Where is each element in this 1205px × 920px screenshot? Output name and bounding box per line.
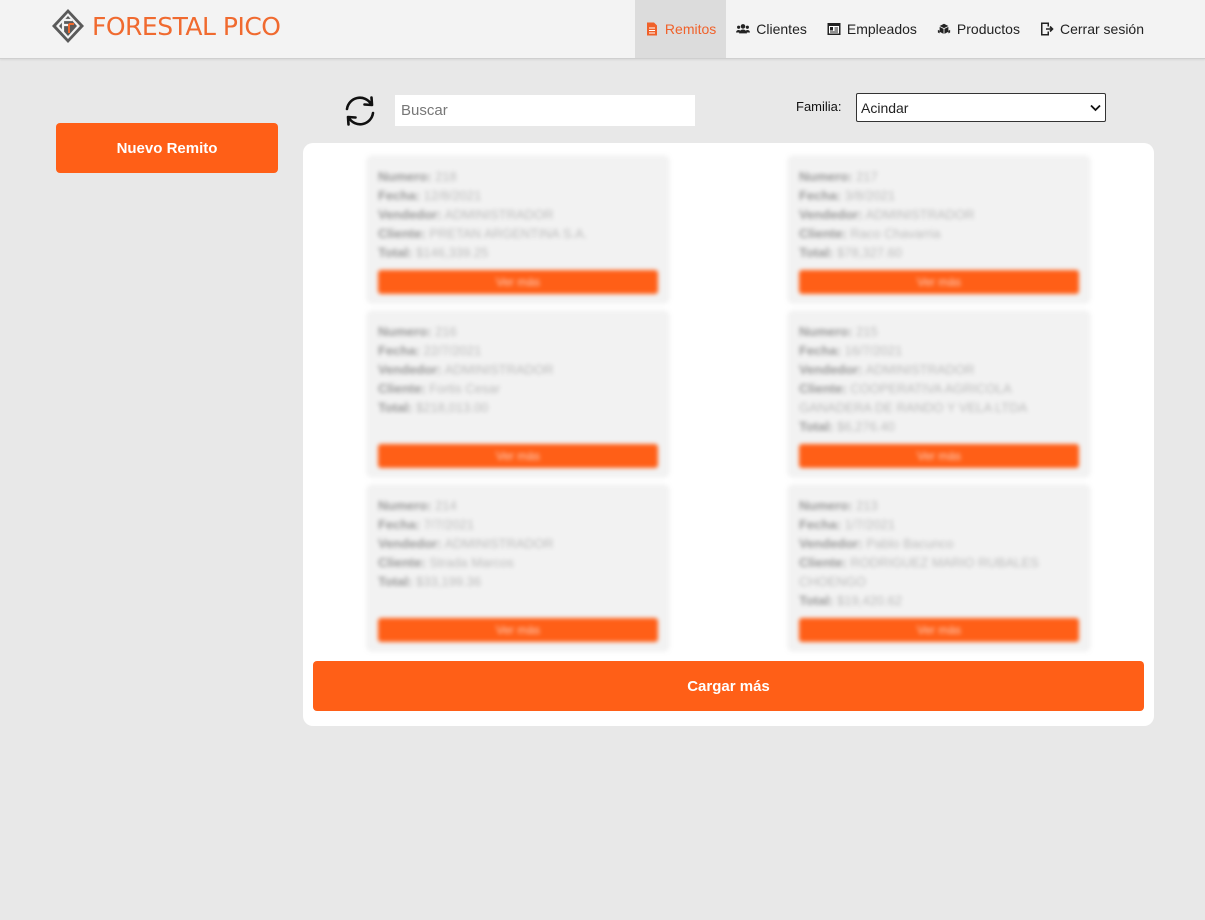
nav-label-empleados: Empleados (846, 21, 917, 37)
remito-cliente: Strada Marcos (429, 555, 514, 570)
remito-vendedor: ADMINISTRADOR (865, 207, 975, 222)
remito-total: $19,420.62 (837, 593, 903, 608)
remito-total: $6,276.40 (837, 419, 895, 434)
ver-mas-button[interactable]: Ver más (799, 444, 1079, 468)
nav-label-remitos: Remitos (664, 21, 717, 37)
remito-vendedor: ADMINISTRADOR (444, 536, 554, 551)
boxes-icon (937, 23, 951, 34)
nav-label-cerrar-sesion: Cerrar sesión (1059, 21, 1144, 37)
ver-mas-button[interactable]: Ver más (378, 270, 658, 294)
ver-mas-button[interactable]: Ver más (378, 444, 658, 468)
nav-item-remitos[interactable]: Remitos (634, 0, 727, 58)
remito-numero: 213 (856, 498, 878, 513)
remito-cliente: PRETAN ARGENTINA S.A. (429, 226, 588, 241)
remito-card: Numero: 213 Fecha: 1/7/2021 Vendedor: Pa… (789, 486, 1089, 650)
remito-total: $33,199.36 (416, 574, 482, 589)
remito-fecha: 22/7/2021 (423, 343, 482, 358)
ver-mas-button[interactable]: Ver más (799, 270, 1079, 294)
remito-vendedor: ADMINISTRADOR (444, 207, 554, 222)
remito-vendedor: ADMINISTRADOR (865, 362, 975, 377)
chevron-down-icon (1090, 104, 1101, 111)
remito-numero: 217 (856, 169, 878, 184)
remito-total: $218,013.00 (416, 400, 489, 415)
brand-logo[interactable]: FORESTAL PICO (50, 8, 281, 44)
remito-vendedor: ADMINISTRADOR (444, 362, 554, 377)
ver-mas-button[interactable]: Ver más (799, 618, 1079, 642)
load-more-button[interactable]: Cargar más (313, 661, 1144, 711)
remito-fecha: 1/7/2021 (844, 517, 896, 532)
top-navbar: FORESTAL PICO Remitos Clientes Empleados… (0, 0, 1205, 59)
nav-item-productos[interactable]: Productos (927, 0, 1030, 58)
document-icon (646, 22, 657, 36)
familia-selected-value: Acindar (861, 99, 909, 116)
brand-name: FORESTAL PICO (92, 11, 281, 41)
remito-fecha: 12/8/2021 (423, 188, 482, 203)
refresh-icon[interactable] (342, 94, 378, 128)
new-remito-button[interactable]: Nuevo Remito (56, 123, 278, 173)
remito-total: $146,339.25 (416, 245, 489, 260)
remito-vendedor: Pablo Bacunco (866, 536, 954, 551)
familia-label: Familia: (796, 99, 842, 114)
remito-fecha: 3/8/2021 (844, 188, 896, 203)
remito-total: $78,327.60 (837, 245, 903, 260)
remito-numero: 216 (435, 324, 457, 339)
forestal-logo-icon (52, 9, 84, 43)
nav-label-productos: Productos (956, 21, 1020, 37)
remito-cliente: Raco Chavarria (850, 226, 941, 241)
remito-card: Numero: 216 Fecha: 22/7/2021 Vendedor: A… (368, 312, 668, 476)
logout-icon (1040, 22, 1054, 36)
remito-card: Numero: 214 Fecha: 7/7/2021 Vendedor: AD… (368, 486, 668, 650)
remito-card: Numero: 218 Fecha: 12/8/2021 Vendedor: A… (368, 157, 668, 302)
remito-card: Numero: 217 Fecha: 3/8/2021 Vendedor: AD… (789, 157, 1089, 302)
remito-cliente: Fortis Cesar (429, 381, 501, 396)
remito-numero: 215 (856, 324, 878, 339)
nav-item-clientes[interactable]: Clientes (726, 0, 817, 58)
remito-card: Numero: 215 Fecha: 16/7/2021 Vendedor: A… (789, 312, 1089, 476)
id-card-icon (827, 23, 841, 35)
nav-label-clientes: Clientes (756, 21, 807, 37)
ver-mas-button[interactable]: Ver más (378, 618, 658, 642)
users-icon (736, 24, 751, 34)
nav-item-empleados[interactable]: Empleados (817, 0, 927, 58)
main-nav: Remitos Clientes Empleados Productos Cer… (634, 0, 1154, 58)
remito-numero: 214 (435, 498, 457, 513)
familia-select[interactable]: Acindar (856, 93, 1106, 122)
search-input[interactable] (395, 95, 695, 126)
remito-fecha: 16/7/2021 (844, 343, 903, 358)
nav-item-cerrar-sesion[interactable]: Cerrar sesión (1030, 0, 1154, 58)
remito-fecha: 7/7/2021 (423, 517, 475, 532)
remito-numero: 218 (435, 169, 457, 184)
remitos-panel: Numero: 218 Fecha: 12/8/2021 Vendedor: A… (303, 143, 1154, 726)
